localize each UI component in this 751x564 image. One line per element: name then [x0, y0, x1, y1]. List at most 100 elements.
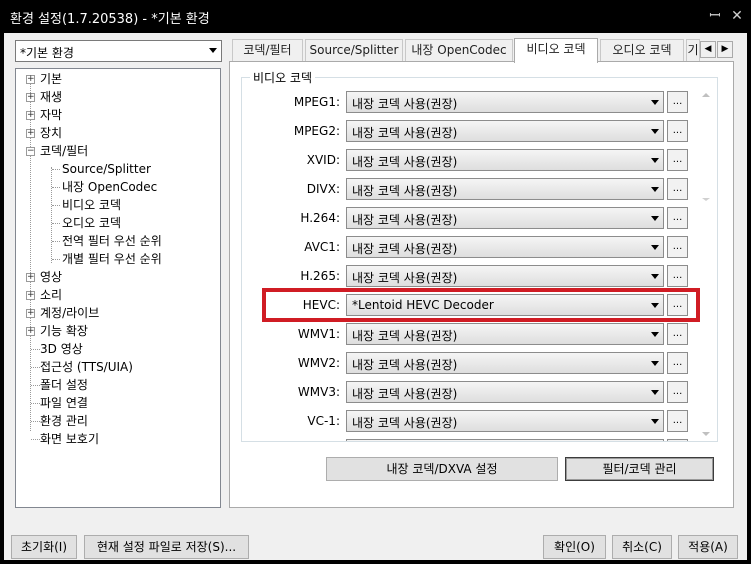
codec-value: 내장 코덱 사용(권장)	[352, 242, 458, 256]
chevron-down-icon	[651, 158, 659, 163]
expand-icon[interactable]: +	[26, 111, 35, 120]
preset-value: *기본 환경	[20, 46, 74, 60]
tree-item-screensaver[interactable]: 화면 보호기	[40, 432, 99, 446]
codec-options-button[interactable]: ...	[667, 381, 688, 403]
codec-list-scrollbar[interactable]	[699, 89, 713, 443]
codec-select-vc1[interactable]: 내장 코덱 사용(권장)	[346, 410, 664, 432]
codec-options-button[interactable]: ...	[667, 352, 688, 374]
codec-options-button[interactable]: ...	[667, 236, 688, 258]
tree-item-file-association[interactable]: 파일 연결	[40, 396, 88, 410]
codec-select-wmv3[interactable]: 내장 코덱 사용(권장)	[346, 381, 664, 403]
cancel-button[interactable]: 취소(C)	[612, 535, 672, 559]
tab-codec-filter[interactable]: 코덱/필터	[232, 39, 303, 61]
codec-options-button-partial[interactable]	[667, 439, 688, 441]
codec-list: MPEG1: 내장 코덱 사용(권장) ... MPEG2: 내장 코덱 사용(…	[250, 85, 700, 441]
codec-value: 내장 코덱 사용(권장)	[352, 387, 458, 401]
chevron-down-icon	[209, 48, 217, 53]
codec-options-button[interactable]: ...	[667, 149, 688, 171]
scroll-up-icon[interactable]	[702, 93, 710, 97]
tab-audio-codec[interactable]: 오디오 코덱	[600, 39, 684, 61]
tree-item-source-splitter[interactable]: Source/Splitter	[62, 162, 151, 176]
tab-opencodec[interactable]: 내장 OpenCodec	[405, 39, 513, 61]
codec-select-h265[interactable]: 내장 코덱 사용(권장)	[346, 265, 664, 287]
codec-value: 내장 코덱 사용(권장)	[352, 97, 458, 111]
expand-icon[interactable]: +	[26, 75, 35, 84]
codec-options-button[interactable]: ...	[667, 178, 688, 200]
codec-select-wmv1[interactable]: 내장 코덱 사용(권장)	[346, 323, 664, 345]
chevron-down-icon	[651, 274, 659, 279]
codec-select-mpeg2[interactable]: 내장 코덱 사용(권장)	[346, 120, 664, 142]
expand-icon[interactable]: +	[26, 129, 35, 138]
tree-item-audio-codec[interactable]: 오디오 코덱	[62, 216, 121, 230]
close-icon[interactable]: ✕	[727, 6, 747, 26]
tree-item-opencodec[interactable]: 내장 OpenCodec	[62, 180, 157, 194]
tab-source-splitter[interactable]: Source/Splitter	[305, 39, 403, 61]
tree-item-codec-filter[interactable]: 코덱/필터	[26, 144, 88, 158]
pin-icon[interactable]: ꟷ	[705, 6, 725, 26]
tree-item-3d-video[interactable]: 3D 영상	[40, 342, 83, 356]
window-title: 환경 설정(1.7.20538) - *기본 환경	[10, 12, 210, 27]
codec-label: DIVX:	[306, 182, 340, 196]
chevron-down-icon	[651, 361, 659, 366]
title-bar[interactable]: 환경 설정(1.7.20538) - *기본 환경 ꟷ ✕	[0, 0, 751, 33]
codec-value: 내장 코덱 사용(권장)	[352, 126, 458, 140]
group-title: 비디오 코덱	[250, 69, 316, 86]
tab-partial[interactable]: 기	[686, 39, 700, 61]
codec-select-xvid[interactable]: 내장 코덱 사용(권장)	[346, 149, 664, 171]
codec-value: 내장 코덱 사용(권장)	[352, 358, 458, 372]
collapse-icon[interactable]: −	[26, 147, 35, 156]
codec-value: 내장 코덱 사용(권장)	[352, 329, 458, 343]
expand-icon[interactable]: +	[26, 93, 35, 102]
tree-item-profile-manage[interactable]: 환경 관리	[40, 414, 88, 428]
codec-label: VC-1:	[307, 414, 340, 428]
tab-video-codec[interactable]: 비디오 코덱	[514, 38, 598, 63]
codec-label: AVC1:	[304, 240, 340, 254]
save-to-file-button[interactable]: 현재 설정 파일로 저장(S)...	[84, 535, 249, 559]
codec-options-button[interactable]: ...	[667, 120, 688, 142]
scroll-down-icon[interactable]	[702, 432, 710, 436]
codec-options-button[interactable]: ...	[667, 410, 688, 432]
chevron-down-icon	[651, 187, 659, 192]
codec-label: XVID:	[306, 153, 340, 167]
chevron-down-icon	[651, 390, 659, 395]
codec-label: MPEG1:	[293, 95, 340, 109]
codec-value: 내장 코덱 사용(권장)	[352, 213, 458, 227]
ok-button[interactable]: 확인(O)	[543, 535, 606, 559]
tree-item-global-filter-priority[interactable]: 전역 필터 우선 순위	[62, 234, 162, 248]
expand-icon[interactable]: +	[26, 309, 35, 318]
codec-select-wmv2[interactable]: 내장 코덱 사용(권장)	[346, 352, 664, 374]
codec-select-avc1[interactable]: 내장 코덱 사용(권장)	[346, 236, 664, 258]
preset-dropdown[interactable]: *기본 환경	[15, 40, 222, 62]
codec-label: WMV2:	[297, 356, 340, 370]
codec-select-partial[interactable]	[346, 439, 664, 441]
filter-codec-manage-button[interactable]: 필터/코덱 관리	[565, 457, 714, 481]
codec-options-button[interactable]: ...	[667, 91, 688, 113]
codec-label: WMV3:	[297, 385, 340, 399]
chevron-down-icon	[651, 216, 659, 221]
apply-button[interactable]: 적용(A)	[678, 535, 738, 559]
tree-item-account-live[interactable]: 계정/라이브	[26, 306, 99, 320]
tab-scroll-right-icon[interactable]: ▶	[717, 41, 733, 58]
tab-scroll-left-icon[interactable]: ◀	[700, 41, 716, 58]
chevron-down-icon	[651, 332, 659, 337]
codec-options-button[interactable]: ...	[667, 265, 688, 287]
tree-item-folder-settings[interactable]: 폴더 설정	[40, 378, 88, 392]
tree-item-video-codec[interactable]: 비디오 코덱	[62, 198, 121, 212]
codec-options-button[interactable]: ...	[667, 323, 688, 345]
codec-select-h264[interactable]: 내장 코덱 사용(권장)	[346, 207, 664, 229]
tree-item-individual-filter-priority[interactable]: 개별 필터 우선 순위	[62, 252, 162, 266]
codec-label: MPEG2:	[293, 124, 340, 138]
codec-select-mpeg1[interactable]: 내장 코덱 사용(권장)	[346, 91, 664, 113]
expand-icon[interactable]: +	[26, 327, 35, 336]
tree-item-accessibility[interactable]: 접근성 (TTS/UIA)	[40, 360, 133, 374]
scroll-thumb-marker[interactable]	[702, 198, 710, 201]
codec-select-divx[interactable]: 내장 코덱 사용(권장)	[346, 178, 664, 200]
internal-codec-dxva-button[interactable]: 내장 코덱/DXVA 설정	[326, 457, 558, 481]
chevron-down-icon	[651, 245, 659, 250]
codec-options-button[interactable]: ...	[667, 207, 688, 229]
expand-icon[interactable]: +	[26, 291, 35, 300]
settings-tree[interactable]: + 기본 + 재생 + 자막 + 장치 − 코덱/필터 Source/Splitter 내…	[15, 68, 221, 508]
reset-button[interactable]: 초기화(I)	[11, 535, 77, 559]
expand-icon[interactable]: +	[26, 273, 35, 282]
tree-item-extensions[interactable]: 기능 확장	[26, 324, 88, 338]
